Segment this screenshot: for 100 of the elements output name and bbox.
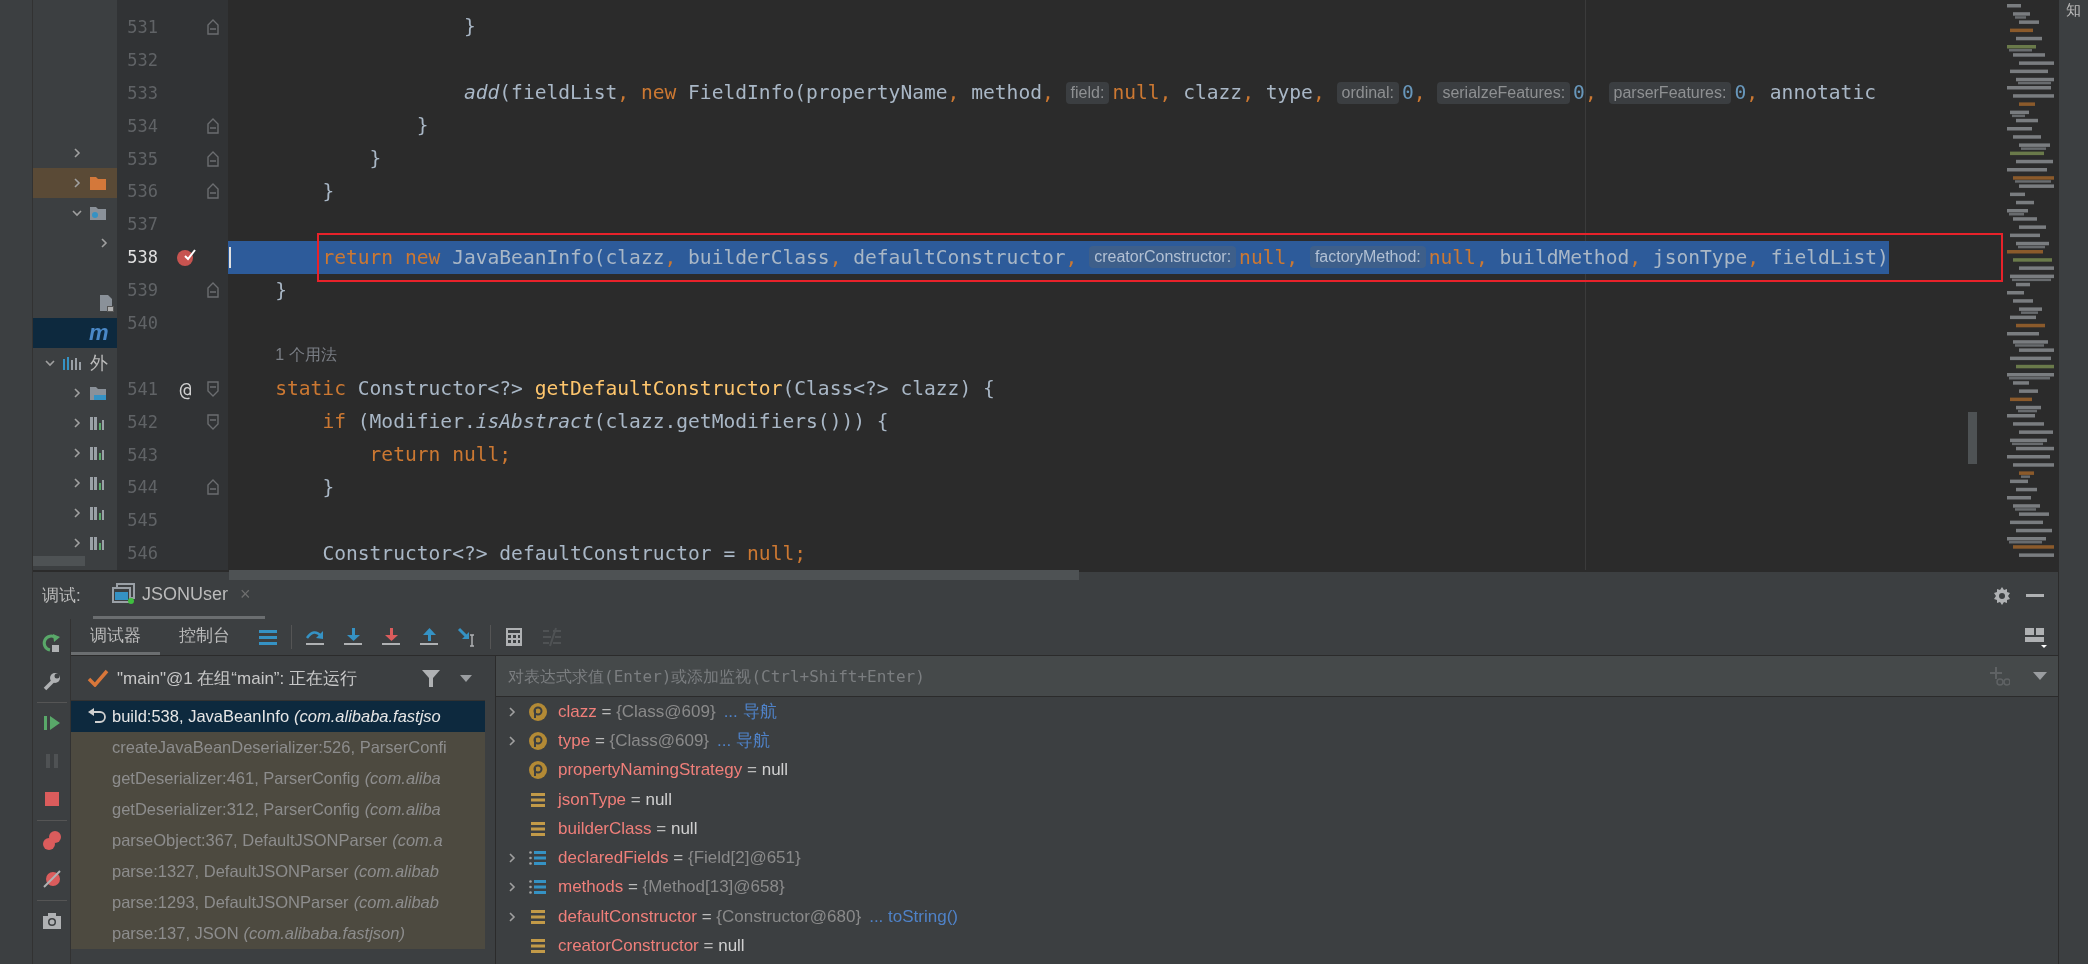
parameter-hint: creatorConstructor:	[1089, 246, 1237, 269]
dropdown-icon[interactable]	[2032, 671, 2048, 681]
code-text: 0, annotatic	[1734, 81, 1876, 105]
chevron-icon[interactable]	[44, 357, 56, 369]
thread-selector[interactable]: "main"@1 在组“main”: 正在运行	[117, 666, 413, 690]
usage-hint[interactable]: 1 个用法	[275, 345, 337, 367]
code-text: return new JavaBeanInfo(clazz, builderClass, defaultConstructor,	[322, 245, 1079, 269]
chevron-icon[interactable]	[71, 147, 83, 159]
return-arrow-icon	[87, 707, 107, 725]
calculator-icon[interactable]	[503, 626, 525, 648]
tree-row[interactable]	[33, 168, 117, 198]
chevron-icon[interactable]	[71, 207, 83, 219]
variable-entry[interactable]: builderClass = null	[558, 818, 698, 839]
folder-icon	[89, 385, 107, 401]
session-tab[interactable]: JSONUser ×	[93, 572, 265, 619]
code-text: if (Modifier.isAbstract(clazz.getModifiers())) {	[322, 410, 889, 434]
tree-item-label[interactable]: 外	[90, 351, 108, 375]
minimize-icon[interactable]	[2026, 593, 2044, 598]
code-text: }	[369, 147, 382, 170]
parameter-hint: ordinal:	[1336, 81, 1399, 104]
field-icon	[528, 936, 548, 956]
chevron-icon[interactable]	[506, 734, 518, 747]
fold-marker-icon[interactable]	[207, 150, 219, 167]
property-icon	[528, 760, 548, 781]
parameter-hint: field:	[1065, 81, 1110, 104]
library-icon	[89, 475, 107, 491]
scrollbar-thumb[interactable]	[33, 556, 85, 566]
chevron-icon[interactable]	[71, 417, 83, 429]
parameter-hint: serialzeFeatures:	[1437, 81, 1571, 104]
fold-marker-icon[interactable]	[207, 380, 219, 397]
chevron-icon[interactable]	[506, 852, 518, 865]
stack-frame[interactable]: build:538, JavaBeanInfo (com.alibaba.fastjso	[71, 701, 485, 732]
code-text: null,	[1239, 245, 1300, 269]
camera-icon[interactable]	[40, 910, 63, 932]
layout-icon[interactable]	[2024, 626, 2048, 648]
fold-marker-icon[interactable]	[207, 413, 219, 430]
fold-marker-icon[interactable]	[207, 479, 219, 496]
variable-entry[interactable]: defaultConstructor = {Constructor@680}	[558, 906, 862, 927]
scrollbar-thumb[interactable]	[1968, 412, 1977, 464]
chevron-icon[interactable]	[71, 537, 83, 549]
code-text: 0,	[1402, 81, 1427, 105]
fold-marker-icon[interactable]	[207, 183, 219, 200]
code-text: 0,	[1573, 81, 1598, 105]
variable-entry[interactable]: creatorConstructor = null	[558, 936, 745, 956]
tree-item-label[interactable]: m	[89, 320, 109, 346]
dropdown-icon[interactable]	[459, 673, 473, 683]
library-icon	[89, 505, 107, 521]
code-text: add(fieldList, new FieldInfo(propertyName, method,	[463, 81, 1055, 105]
code-text: }	[463, 15, 476, 39]
chevron-icon[interactable]	[71, 507, 83, 519]
panel-title: 调试:	[42, 585, 82, 607]
variable-entry[interactable]: type = {Class@609}	[558, 730, 710, 751]
code-text: Constructor<?> defaultConstructor = null;	[322, 541, 807, 565]
code-text: }	[275, 278, 287, 302]
fold-marker-icon[interactable]	[207, 18, 219, 35]
tree-row[interactable]: 外	[33, 348, 117, 378]
parameter-hint: factoryMethod:	[1309, 246, 1426, 269]
scrollbar-thumb[interactable]	[229, 569, 1079, 580]
variable-entry[interactable]: jsonType = null	[558, 789, 672, 810]
tree-row[interactable]: m	[33, 318, 117, 348]
gutter-marker[interactable]: @	[179, 376, 192, 401]
variable-entry[interactable]: declaredFields = {Field[2]@651}	[558, 848, 801, 869]
code-text: }	[322, 475, 335, 499]
fold-marker-icon[interactable]	[207, 117, 219, 134]
tab-label[interactable]: JSONUser	[142, 583, 228, 605]
variable-entry[interactable]: clazz = {Class@609}	[558, 701, 716, 722]
library-icon	[89, 445, 107, 461]
code-text: }	[416, 114, 429, 138]
library-icon	[89, 535, 107, 551]
chevron-icon[interactable]	[71, 447, 83, 459]
force-step-into-icon[interactable]	[380, 626, 402, 648]
code-text: }	[322, 179, 335, 203]
file-icon	[98, 294, 114, 312]
fold-marker-icon[interactable]	[207, 282, 219, 299]
settings-icon[interactable]	[1992, 585, 2012, 606]
step-into-icon[interactable]	[342, 626, 364, 648]
chevron-icon[interactable]	[98, 237, 110, 249]
chevron-icon[interactable]	[506, 705, 518, 718]
check-icon	[87, 669, 109, 687]
line-number: 538	[127, 247, 158, 268]
variable-entry[interactable]: propertyNamingStrategy = null	[558, 760, 789, 781]
chevron-icon[interactable]	[71, 477, 83, 489]
folder-icon	[89, 175, 107, 191]
variable-entry[interactable]: methods = {Method[13]@658}	[558, 877, 785, 898]
chevron-icon[interactable]	[71, 387, 83, 399]
chevron-icon[interactable]	[506, 881, 518, 894]
filter-icon[interactable]	[421, 668, 441, 688]
property-icon	[528, 730, 548, 751]
tool-window-label[interactable]: 知	[2066, 2, 2081, 19]
chevron-icon[interactable]	[71, 177, 83, 189]
bar-chart-icon	[62, 355, 84, 371]
step-out-icon[interactable]	[418, 626, 440, 648]
panel-tab[interactable]: 调试器	[71, 619, 160, 655]
panel-tab[interactable]: 控制台	[160, 619, 249, 655]
chevron-icon[interactable]	[506, 910, 518, 923]
breakpoints-icon[interactable]	[40, 830, 63, 852]
property-icon	[528, 701, 548, 722]
text-cursor	[229, 246, 231, 268]
code-text: static Constructor<?> getDefaultConstructor(Class<?> clazz) {	[275, 377, 995, 401]
code-text: null, buildMethod, jsonType, fieldList)	[1428, 245, 1889, 269]
